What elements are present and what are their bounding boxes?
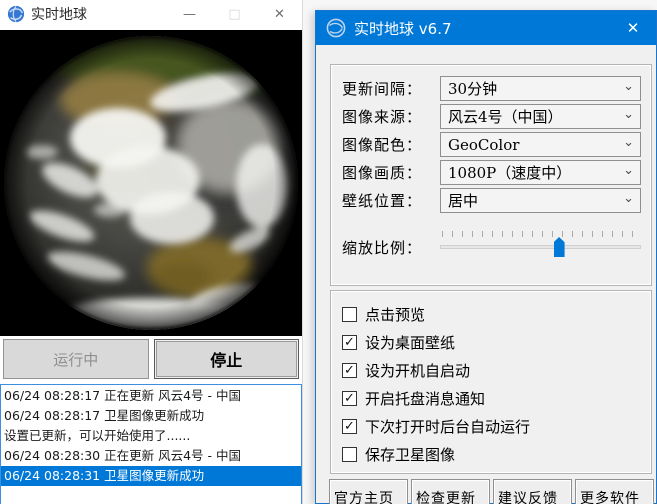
main-window-titlebar: 实时地球 — □ ✕	[0, 0, 302, 28]
checkbox-label: 开启托盘消息通知	[365, 388, 485, 409]
checkbox-label: 保存卫星图像	[365, 444, 455, 465]
checkbox-icon[interactable]: ✓	[342, 391, 357, 406]
feedback-button[interactable]: 建议反馈	[493, 479, 572, 504]
earth-satellite-image	[0, 30, 302, 336]
setting-label: 更新间隔：	[342, 78, 440, 99]
checkbox-save-satellite-image[interactable]: ✓ 保存卫星图像	[342, 440, 641, 468]
color-scheme-select[interactable]: GeoColor ⌄	[440, 132, 641, 157]
update-log-list[interactable]: 06/24 08:28:17 正在更新 风云4号 - 中国 06/24 08:2…	[0, 384, 302, 504]
slider-ticks	[442, 231, 639, 237]
checkbox-click-preview[interactable]: ✓ 点击预览	[342, 300, 641, 328]
settings-body: 更新间隔： 30分钟 ⌄ 图像来源： 风云4号（中国） ⌄ 图像配色：	[316, 45, 656, 504]
selected-value: 居中	[448, 190, 623, 211]
setting-row-image-quality: 图像画质： 1080P（速度中） ⌄	[342, 160, 641, 185]
checkbox-label: 设为桌面壁纸	[365, 332, 455, 353]
checkbox-icon[interactable]: ✓	[342, 307, 357, 322]
log-row[interactable]: 设置已更新，可以开始使用了......	[1, 426, 301, 446]
wallpaper-position-select[interactable]: 居中 ⌄	[440, 188, 641, 213]
checkbox-label: 下次打开时后台自动运行	[365, 416, 530, 437]
chevron-down-icon: ⌄	[623, 80, 634, 93]
log-row[interactable]: 06/24 08:28:31 卫星图像更新成功	[1, 466, 301, 486]
setting-label: 图像画质：	[342, 162, 440, 183]
image-source-select[interactable]: 风云4号（中国） ⌄	[440, 104, 641, 129]
checkbox-label: 点击预览	[365, 304, 425, 325]
minimize-icon[interactable]: —	[167, 0, 212, 28]
settings-titlebar: 实时地球 v6.7 ✕	[316, 11, 656, 45]
checkbox-autostart[interactable]: ✓ 设为开机自启动	[342, 356, 641, 384]
earth-globe-graphic	[0, 30, 302, 336]
maximize-icon: □	[212, 0, 257, 28]
checkbox-icon[interactable]: ✓	[342, 363, 357, 378]
chevron-down-icon: ⌄	[623, 108, 634, 121]
check-icon: ✓	[344, 420, 355, 433]
chevron-down-icon: ⌄	[623, 192, 634, 205]
close-icon[interactable]: ✕	[610, 11, 656, 45]
chevron-down-icon: ⌄	[623, 164, 634, 177]
check-update-button[interactable]: 检查更新	[411, 479, 490, 504]
log-row[interactable]: 06/24 08:28:17 正在更新 风云4号 - 中国	[1, 386, 301, 406]
selected-value: 风云4号（中国）	[448, 106, 623, 127]
check-icon: ✓	[344, 364, 355, 377]
footer-button-row: 官方主页 检查更新 建议反馈 更多软件	[329, 479, 654, 504]
log-row[interactable]: 06/24 08:28:17 卫星图像更新成功	[1, 406, 301, 426]
image-quality-select[interactable]: 1080P（速度中） ⌄	[440, 160, 641, 185]
zoom-scale-slider[interactable]	[440, 229, 641, 265]
setting-row-wallpaper-position: 壁纸位置： 居中 ⌄	[342, 188, 641, 213]
checkbox-icon[interactable]: ✓	[342, 447, 357, 462]
selected-value: GeoColor	[448, 136, 623, 154]
update-interval-select[interactable]: 30分钟 ⌄	[440, 76, 641, 101]
setting-row-zoom-scale: 缩放比例：	[342, 229, 641, 265]
close-icon[interactable]: ✕	[257, 0, 302, 28]
checkbox-tray-notifications[interactable]: ✓ 开启托盘消息通知	[342, 384, 641, 412]
checkbox-icon[interactable]: ✓	[342, 419, 357, 434]
check-icon: ✓	[344, 336, 355, 349]
options-group: ✓ 点击预览 ✓ 设为桌面壁纸 ✓ 设为开机自启动 ✓ 开启托盘消息通知 ✓	[330, 290, 652, 474]
selected-value: 1080P（速度中）	[448, 162, 623, 183]
log-row[interactable]: 06/24 08:28:30 正在更新 风云4号 - 中国	[1, 446, 301, 466]
settings-group: 更新间隔： 30分钟 ⌄ 图像来源： 风云4号（中国） ⌄ 图像配色：	[330, 64, 652, 286]
running-button: 运行中	[3, 339, 149, 379]
stop-button[interactable]: 停止	[154, 339, 300, 379]
setting-label: 壁纸位置：	[342, 190, 440, 211]
settings-window: 实时地球 v6.7 ✕ 更新间隔： 30分钟 ⌄ 图像来源： 风云4号（中国）	[315, 10, 657, 504]
check-icon: ✓	[344, 392, 355, 405]
slider-track[interactable]	[440, 245, 641, 249]
setting-label: 图像来源：	[342, 106, 440, 127]
setting-label: 图像配色：	[342, 134, 440, 155]
checkbox-background-run[interactable]: ✓ 下次打开时后台自动运行	[342, 412, 641, 440]
app-globe-icon	[7, 5, 25, 23]
checkbox-set-desktop-wallpaper[interactable]: ✓ 设为桌面壁纸	[342, 328, 641, 356]
selected-value: 30分钟	[448, 78, 623, 99]
more-software-button[interactable]: 更多软件	[575, 479, 654, 504]
app-globe-icon	[326, 18, 346, 38]
desktop: 实时地球 — □ ✕	[0, 0, 657, 504]
setting-row-color-scheme: 图像配色： GeoColor ⌄	[342, 132, 641, 157]
chevron-down-icon: ⌄	[623, 136, 634, 149]
checkbox-label: 设为开机自启动	[365, 360, 470, 381]
checkbox-icon[interactable]: ✓	[342, 335, 357, 350]
setting-row-image-source: 图像来源： 风云4号（中国） ⌄	[342, 104, 641, 129]
setting-row-update-interval: 更新间隔： 30分钟 ⌄	[342, 76, 641, 101]
settings-window-title: 实时地球 v6.7	[354, 18, 452, 39]
official-homepage-button[interactable]: 官方主页	[329, 479, 408, 504]
main-window-title: 实时地球	[31, 4, 87, 24]
run-stop-button-row: 运行中 停止	[0, 336, 302, 380]
setting-label: 缩放比例：	[342, 237, 440, 258]
slider-thumb[interactable]	[554, 237, 565, 257]
main-window: 实时地球 — □ ✕	[0, 0, 303, 504]
